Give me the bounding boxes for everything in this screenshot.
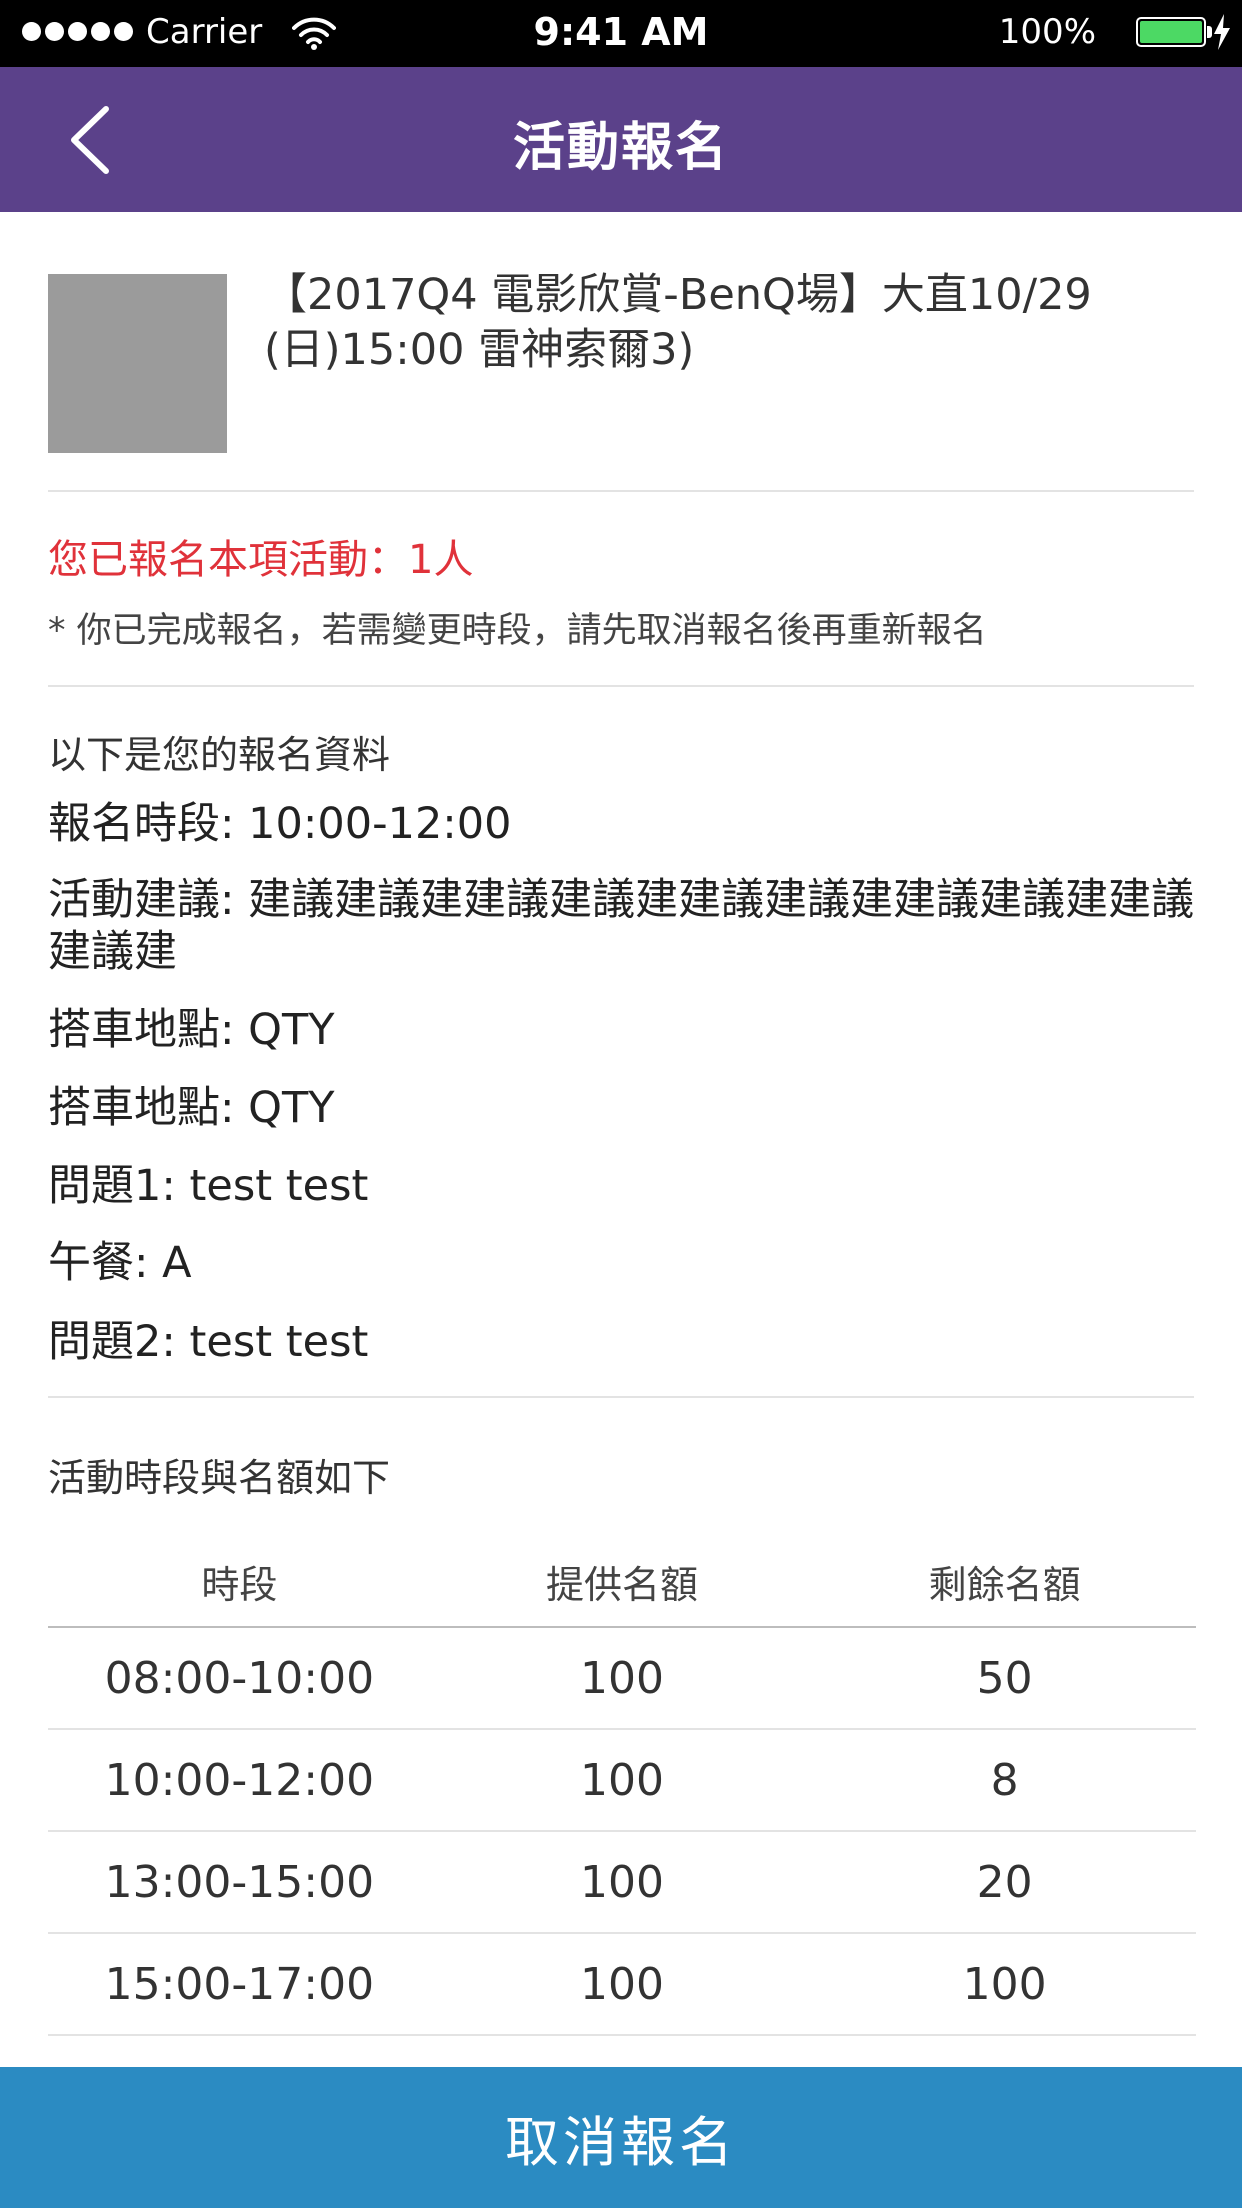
slot-time: 10:00-12:00 (48, 1729, 431, 1832)
navigation-bar: 活動報名 (0, 67, 1242, 212)
column-header-time: 時段 (48, 1537, 431, 1628)
details-heading: 以下是您的報名資料 (48, 733, 391, 777)
table-row: 13:00-15:00 100 20 (48, 1831, 1196, 1934)
status-bar: Carrier 9:41 AM 100% (0, 0, 1242, 67)
detail-line: 報名時段: 10:00-12:00 (48, 799, 512, 849)
detail-line: 搭車地點: QTY (48, 1005, 335, 1055)
slot-capacity: 100 (430, 1831, 814, 1934)
table-header-row: 時段 提供名額 剩餘名額 (48, 1537, 1196, 1628)
divider (48, 1396, 1194, 1398)
table-row: 15:00-17:00 100 100 (48, 1933, 1196, 2036)
detail-line: 問題1: test test (48, 1161, 369, 1211)
slot-capacity: 100 (430, 1933, 814, 2036)
divider (48, 490, 1194, 492)
registration-status: 您已報名本項活動：1人 (48, 537, 474, 583)
cancel-registration-button[interactable]: 取消報名 (0, 2067, 1242, 2208)
slot-capacity: 100 (430, 1627, 814, 1730)
table-row: 10:00-12:00 100 8 (48, 1729, 1196, 1832)
slot-remaining: 100 (813, 1933, 1196, 2036)
slot-capacity: 100 (430, 1729, 814, 1832)
registration-note: * 你已完成報名，若需變更時段，請先取消報名後再重新報名 (48, 611, 987, 651)
slot-remaining: 8 (813, 1729, 1196, 1832)
battery-icon (1136, 17, 1206, 47)
slot-remaining: 50 (813, 1627, 1196, 1730)
divider (48, 685, 1194, 687)
slot-time: 08:00-10:00 (48, 1627, 431, 1730)
event-title: 【2017Q4 電影欣賞-BenQ場】大直10/29 (日)15:00 雷神索爾… (264, 270, 1092, 375)
table-row: 08:00-10:00 100 50 (48, 1627, 1196, 1730)
column-header-capacity: 提供名額 (430, 1537, 814, 1628)
detail-line: 午餐: A (48, 1238, 192, 1288)
slot-time: 15:00-17:00 (48, 1933, 431, 2036)
battery-percentage: 100% (998, 12, 1096, 52)
page-title: 活動報名 (512, 118, 729, 178)
detail-line: 活動建議: 建議建議建建議建議建建議建議建建議建議建建議建議建 (48, 875, 1195, 977)
column-header-remaining: 剩餘名額 (813, 1537, 1196, 1628)
event-thumbnail (48, 274, 227, 453)
detail-line: 問題2: test test (48, 1317, 369, 1367)
slot-remaining: 20 (813, 1831, 1196, 1934)
slot-time: 13:00-15:00 (48, 1831, 431, 1934)
slots-heading: 活動時段與名額如下 (48, 1456, 391, 1500)
slots-table: 時段 提供名額 剩餘名額 08:00-10:00 100 50 10:00-12… (48, 1537, 1196, 2036)
charging-bolt-icon (1214, 14, 1230, 50)
detail-line: 搭車地點: QTY (48, 1083, 335, 1133)
